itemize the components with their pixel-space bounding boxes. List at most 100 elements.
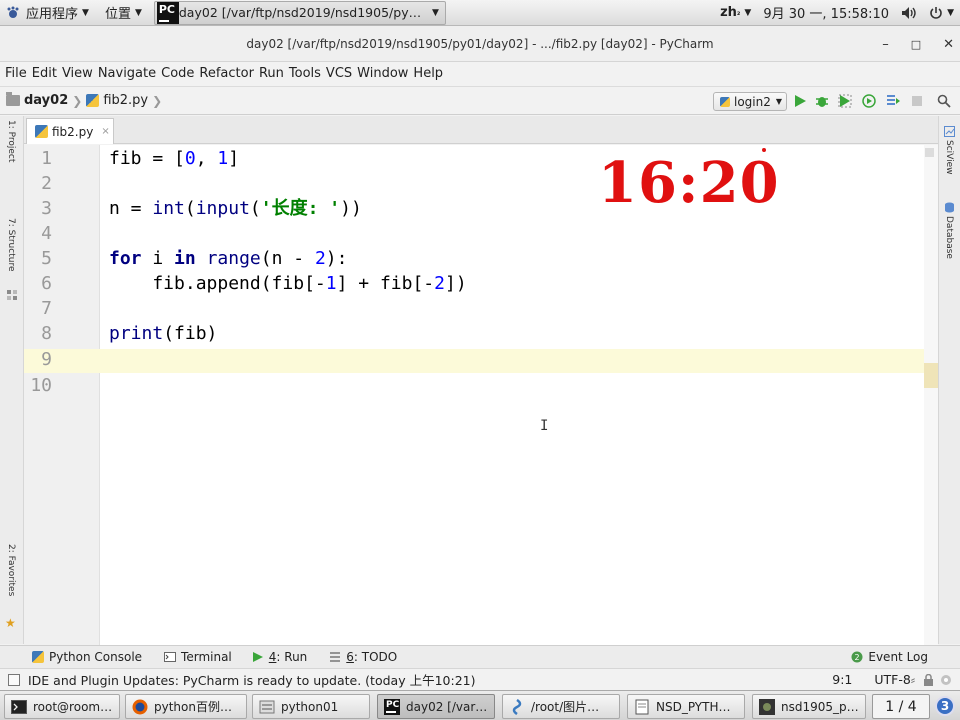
notification-count: 3: [940, 699, 950, 713]
inspection-indicator[interactable]: [925, 148, 934, 157]
input-method[interactable]: zh ₂ ▼: [714, 0, 757, 26]
media-icon: [759, 698, 775, 715]
folder-icon: [6, 92, 20, 106]
todo-number: 6: [346, 650, 354, 664]
system-panel: 应用程序 ▼ 位置 ▼ PC day02 [/var/ftp/nsd2019/n…: [0, 0, 960, 26]
python-file-icon: [720, 96, 730, 107]
task-label: /root/图片…: [531, 700, 600, 714]
coverage-icon[interactable]: [838, 94, 852, 108]
places-menu-label: 位置: [104, 7, 131, 22]
menu-view[interactable]: View: [61, 66, 97, 81]
python-console-button[interactable]: Python Console: [32, 650, 142, 664]
minimize-button[interactable]: –: [882, 37, 889, 52]
task-nsd-python[interactable]: NSD_PYTH…: [627, 694, 745, 719]
menu-bar: File Edit View Navigate Code Refactor Ru…: [0, 62, 960, 85]
breadcrumb-file[interactable]: fib2.py: [86, 93, 148, 108]
inspector-icon[interactable]: [940, 674, 952, 686]
chevron-down-icon: ▼: [431, 7, 439, 18]
firefox-icon: [132, 699, 148, 714]
active-task-label: day02 [/var/ftp/nsd2019/nsd1905/py…: [178, 5, 422, 20]
task-label: day02 [/var…: [406, 699, 488, 714]
chevron-down-icon: ▼: [744, 7, 752, 18]
run-tool-button[interactable]: 4: Run: [252, 650, 307, 664]
image-viewer-icon: [512, 698, 522, 715]
maximize-button[interactable]: □: [911, 38, 921, 51]
notification-badge[interactable]: 3: [935, 696, 955, 716]
menu-code[interactable]: Code: [160, 66, 198, 81]
tab-fib2-py[interactable]: fib2.py ×: [26, 118, 114, 144]
close-button[interactable]: ✕: [943, 37, 954, 52]
editor-scrollbar[interactable]: [924, 145, 938, 645]
project-tool-button[interactable]: 1: Project: [6, 120, 16, 162]
line-number: 6: [41, 273, 52, 294]
task-label: python01: [281, 699, 339, 714]
menu-tools[interactable]: Tools: [288, 66, 325, 81]
active-window-task[interactable]: PC day02 [/var/ftp/nsd2019/nsd1905/py… ▼: [153, 0, 446, 25]
run-with-concurrency-icon[interactable]: [886, 94, 900, 108]
line-number: 4: [41, 223, 52, 244]
python-console-icon: [32, 651, 44, 663]
menu-vcs[interactable]: VCS: [325, 66, 356, 81]
line-number: 8: [41, 323, 52, 344]
run-icon[interactable]: [793, 94, 807, 108]
tool-window-bar: Python Console Terminal 4: Run 6: TODO 2…: [0, 645, 960, 668]
document-icon: [635, 699, 649, 714]
menu-file[interactable]: File: [4, 66, 31, 81]
status-bar: IDE and Plugin Updates: PyCharm is ready…: [0, 668, 960, 690]
lock-icon[interactable]: [923, 673, 934, 686]
breadcrumb-project[interactable]: day02: [6, 92, 69, 108]
stop-icon[interactable]: [910, 94, 924, 108]
breadcrumb-project-label: day02: [24, 93, 69, 108]
line-number: 5: [41, 248, 52, 269]
task-label: root@room…: [33, 699, 113, 714]
task-image-viewer[interactable]: /root/图片…: [502, 694, 620, 719]
workspace-switcher[interactable]: 1 / 4: [872, 694, 930, 719]
menu-refactor[interactable]: Refactor: [198, 66, 258, 81]
structure-tool-button[interactable]: 7: Structure: [6, 218, 16, 272]
task-firefox[interactable]: python百例…: [125, 694, 247, 719]
menu-help[interactable]: Help: [412, 66, 447, 81]
menu-edit[interactable]: Edit: [31, 66, 61, 81]
sciview-tool-button[interactable]: SciView: [944, 140, 954, 175]
database-tool-button[interactable]: Database: [944, 216, 954, 259]
menu-run[interactable]: Run: [258, 66, 288, 81]
close-tab-icon[interactable]: ×: [101, 126, 109, 137]
clock[interactable]: 9月 30 一, 15:58:10: [757, 0, 895, 26]
code-line-5: for i in range(n - 2):: [109, 248, 348, 269]
python-console-label: Python Console: [49, 650, 143, 664]
menu-navigate[interactable]: Navigate: [97, 66, 160, 81]
places-menu[interactable]: 位置 ▼: [99, 0, 148, 26]
favorites-tool-button[interactable]: 2: Favorites: [6, 544, 16, 596]
todo-button[interactable]: 6: TODO: [329, 650, 397, 664]
datetime: 9月 30 一, 15:58:10: [763, 7, 890, 22]
task-python01[interactable]: python01: [252, 694, 370, 719]
toggle-tool-windows-icon[interactable]: [8, 673, 20, 686]
tab-label: fib2.py: [52, 124, 94, 139]
menu-window[interactable]: Window: [356, 66, 412, 81]
caret-position[interactable]: 9:1: [832, 672, 852, 687]
search-icon[interactable]: [937, 94, 951, 108]
right-tool-strip: SciView Database: [938, 116, 960, 644]
file-encoding[interactable]: UTF-8: [874, 672, 910, 687]
task-terminal[interactable]: root@room…: [4, 694, 120, 719]
task-pycharm[interactable]: PC day02 [/var…: [377, 694, 495, 719]
code-line-8: print(fib): [109, 323, 218, 344]
workspace-label: 1 / 4: [885, 698, 917, 715]
run-config-selector[interactable]: login2 ▼: [713, 92, 787, 111]
scrollbar-thumb[interactable]: [924, 363, 938, 388]
python-file-icon: [35, 125, 48, 138]
status-message[interactable]: IDE and Plugin Updates: PyCharm is ready…: [28, 670, 475, 689]
task-label: nsd1905_p…: [781, 699, 859, 714]
todo-icon: [330, 652, 341, 662]
debug-icon[interactable]: [815, 94, 829, 108]
profile-icon[interactable]: [862, 94, 876, 108]
overlay-time: 16:20: [598, 150, 780, 216]
event-log-button[interactable]: 2 Event Log: [851, 650, 928, 664]
chevron-right-icon: ❯: [72, 93, 83, 108]
volume-control[interactable]: [895, 0, 923, 26]
power-menu[interactable]: ▼: [923, 0, 960, 26]
apps-menu[interactable]: 应用程序 ▼: [0, 0, 95, 26]
task-nsd1905[interactable]: nsd1905_p…: [752, 694, 866, 719]
line-number: 10: [30, 375, 52, 396]
terminal-button[interactable]: Terminal: [164, 650, 232, 664]
